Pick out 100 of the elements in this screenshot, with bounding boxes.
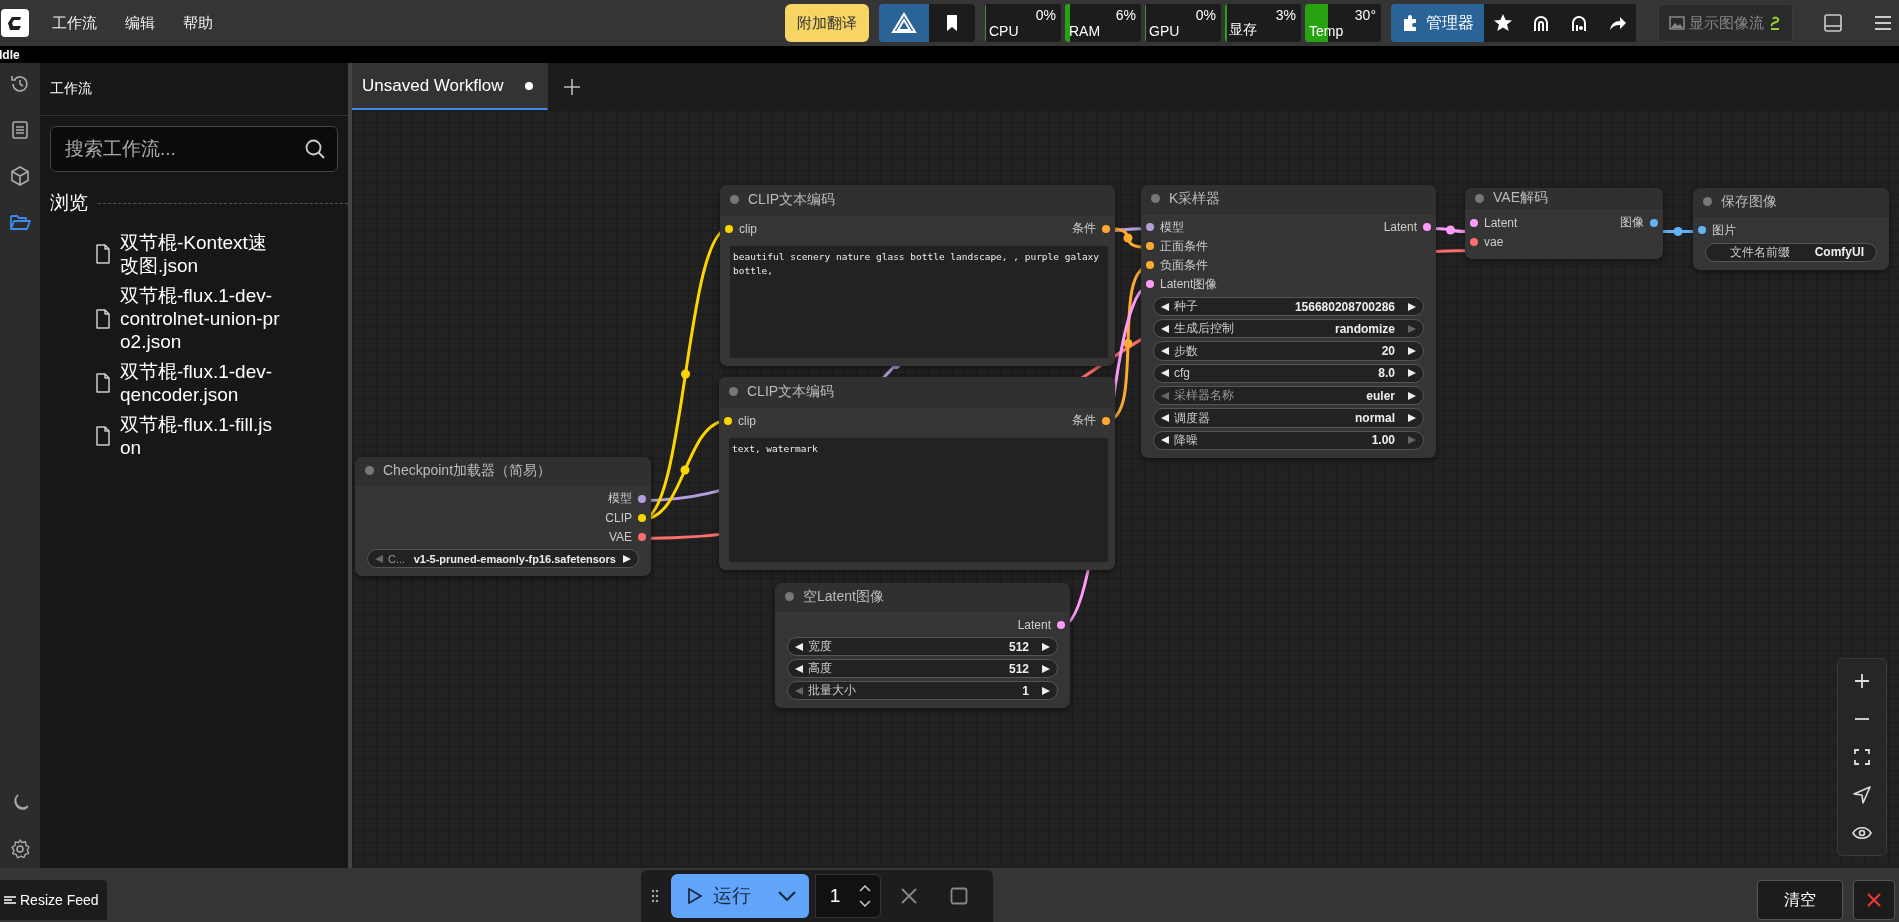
increment-arrow-icon[interactable] (1407, 346, 1417, 357)
status-text: Idle (0, 47, 20, 62)
combo-widget[interactable]: 调度器 normal (1153, 408, 1424, 428)
prompt-textarea[interactable]: text, watermark (729, 438, 1108, 562)
output-socket[interactable] (638, 494, 646, 503)
input-socket[interactable] (1470, 218, 1478, 227)
search-icon[interactable] (304, 138, 326, 160)
navigation-arrow-icon[interactable] (1852, 785, 1872, 805)
number-widget[interactable]: 宽度 512 (787, 637, 1058, 656)
fit-view-icon[interactable] (1852, 747, 1872, 767)
decrement-arrow-icon[interactable] (1160, 368, 1170, 379)
history-icon[interactable] (9, 73, 31, 95)
cube-icon[interactable] (9, 165, 31, 187)
slot-label: Latent (1383, 220, 1417, 235)
close-icon (1865, 891, 1883, 909)
output-socket[interactable] (1650, 218, 1658, 227)
graph-node[interactable]: Checkpoint加载器（简易） 模型 CLIP VAE C... v1-5-pruned-emaonly-fp16.safetensors (355, 457, 651, 576)
increment-arrow-icon[interactable] (1041, 641, 1051, 652)
number-widget[interactable]: 步数 20 (1153, 341, 1424, 361)
input-socket[interactable] (724, 416, 732, 425)
input-socket[interactable] (1146, 223, 1154, 232)
file-icon (95, 244, 111, 264)
output-socket[interactable] (638, 513, 646, 522)
node-status-dot (365, 466, 374, 476)
list-icon[interactable] (9, 119, 31, 141)
monitor-label: CPU (989, 23, 1019, 39)
manager-button[interactable]: 管理器 (1391, 4, 1484, 42)
slot-label: CLIP (605, 510, 632, 525)
text-widget[interactable]: 文件名前缀 ComfyUI (1705, 242, 1877, 262)
graph-node[interactable]: K采样器 模型 Latent 正面条件 负面条件 Latent图像 种子 156680208700286 生成后控制 randomize 步数 20 cfg 8.0 采样器名称 euler 调度器 normal 降噪 1.00 (1141, 185, 1436, 458)
input-socket[interactable] (1698, 226, 1706, 235)
decrement-arrow-icon[interactable] (1160, 301, 1170, 312)
graph-node[interactable]: VAE解码 Latent 图像 vae (1465, 188, 1663, 259)
bookmark-button[interactable] (929, 4, 975, 42)
batch-count-field[interactable]: 1 (814, 874, 881, 918)
triangle-logo-button[interactable] (879, 4, 929, 42)
increment-arrow-icon[interactable] (622, 553, 632, 564)
output-socket[interactable] (638, 532, 646, 541)
increment-arrow-icon[interactable] (1041, 663, 1051, 674)
increment-arrow-icon[interactable] (1407, 301, 1417, 312)
number-widget[interactable]: 降噪 1.00 (1153, 430, 1424, 450)
graph-node[interactable]: CLIP文本编码 clip 条件 text, watermark (719, 377, 1115, 570)
number-widget[interactable]: 批量大小 1 (787, 681, 1058, 700)
curl-icon (1768, 15, 1782, 31)
combo-widget[interactable]: 采样器名称 euler (1153, 386, 1424, 406)
decrement-arrow-icon[interactable] (794, 641, 804, 652)
combo-widget[interactable]: 生成后控制 randomize (1153, 319, 1424, 339)
translate-button[interactable]: 附加翻译 (785, 4, 869, 42)
app-logo-icon[interactable] (0, 8, 30, 38)
output-socket[interactable] (1057, 620, 1065, 629)
decrement-arrow-icon[interactable] (1160, 323, 1170, 334)
menu-item[interactable]: 帮助 (169, 7, 227, 39)
workflow-file-item[interactable]: 双节棍-flux.1-dev-controlnet-union-pro2.json (40, 281, 348, 357)
output-socket[interactable] (1423, 223, 1431, 232)
workflow-file-item[interactable]: 双节棍-Kontext速改图.json (40, 228, 348, 281)
close-button[interactable] (1853, 880, 1895, 920)
increment-arrow-icon[interactable] (1407, 390, 1417, 401)
clear-button[interactable]: 清空 (1757, 880, 1843, 920)
search-field[interactable]: 搜索工作流... (50, 126, 338, 172)
increment-arrow-icon[interactable] (1407, 413, 1417, 423)
prompt-textarea[interactable]: beautiful scenery nature glass bottle landscape, , purple galaxy bottle, (730, 246, 1108, 358)
settings-icon[interactable] (9, 838, 31, 860)
decrement-arrow-icon[interactable] (1160, 413, 1170, 423)
add-tab-icon[interactable] (562, 76, 583, 97)
panel-toggle-icon[interactable] (1823, 13, 1843, 33)
input-socket[interactable] (1146, 280, 1154, 289)
workflow-file-item[interactable]: 双节棍-flux.1-fill.json (40, 410, 348, 463)
resize-feed-button[interactable]: Resize Feed (0, 880, 107, 920)
node-title: 空Latent图像 (803, 587, 884, 606)
number-widget[interactable]: cfg 8.0 (1153, 363, 1424, 384)
menu-item[interactable]: 工作流 (38, 7, 111, 39)
run-button[interactable]: 运行 (670, 874, 765, 918)
combo-widget[interactable]: C... v1-5-pruned-emaonly-fp16.safetensors (367, 549, 639, 568)
decrement-arrow-icon[interactable] (1160, 435, 1170, 446)
graph-node[interactable]: CLIP文本编码 clip 条件 beautiful scenery nature glass bottle landscape, , purple galaxy bottle, (720, 185, 1115, 366)
input-socket[interactable] (1146, 261, 1154, 270)
menu-icon[interactable] (1873, 13, 1893, 33)
number-widget[interactable]: 高度 512 (787, 659, 1058, 678)
output-socket[interactable] (1102, 224, 1110, 233)
input-socket[interactable] (1146, 242, 1154, 251)
increment-arrow-icon[interactable] (1407, 368, 1417, 379)
image-feed-button[interactable]: 显示图像流 (1658, 4, 1793, 42)
drag-handle-icon[interactable] (650, 888, 659, 904)
caret-icon[interactable] (764, 874, 809, 918)
decrement-arrow-icon[interactable] (1160, 346, 1170, 357)
menu-item[interactable]: 编辑 (111, 7, 169, 39)
workflow-tab[interactable]: Unsaved Workflow (352, 63, 549, 110)
slot-label: 负面条件 (1160, 256, 1208, 274)
output-socket[interactable] (1102, 416, 1110, 425)
share-icon[interactable] (1598, 4, 1636, 42)
number-widget[interactable]: 种子 156680208700286 (1153, 296, 1424, 317)
zoom-in-icon[interactable] (1852, 671, 1872, 691)
graph-node[interactable]: 保存图像 图片 文件名前缀 ComfyUI (1693, 188, 1889, 270)
increment-arrow-icon[interactable] (1041, 685, 1051, 696)
input-socket[interactable] (725, 224, 733, 233)
graph-node[interactable]: 空Latent图像 Latent 宽度 512 高度 512 批量大小 1 (775, 583, 1070, 708)
workflow-file-item[interactable]: 双节棍-flux.1-dev-qencoder.json (40, 357, 348, 410)
node-title: CLIP文本编码 (747, 382, 835, 401)
decrement-arrow-icon[interactable] (794, 663, 804, 674)
input-socket[interactable] (1470, 237, 1478, 246)
